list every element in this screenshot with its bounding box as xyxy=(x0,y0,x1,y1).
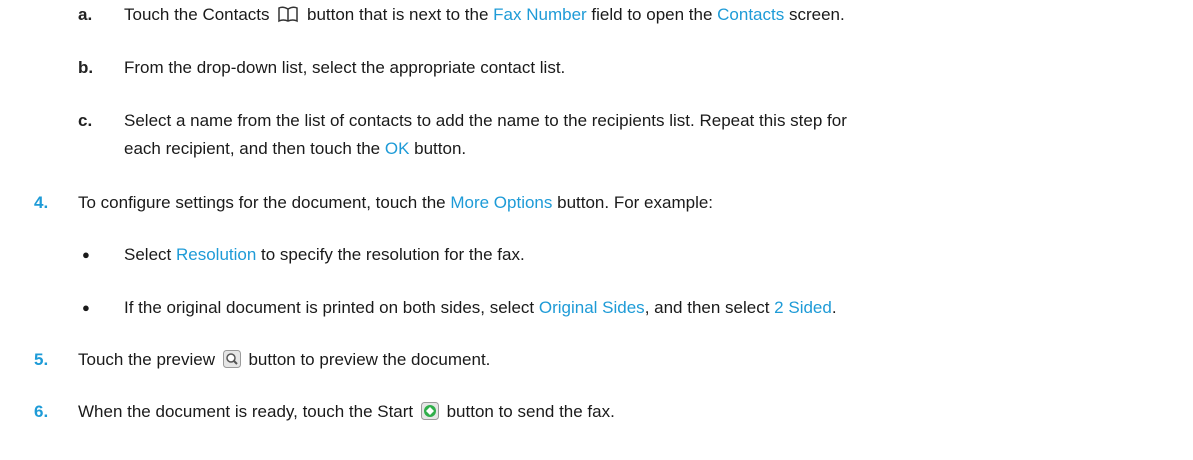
bullet-dot: ● xyxy=(82,300,90,315)
contacts-link: Contacts xyxy=(717,5,785,24)
step-a-marker: a. xyxy=(78,5,93,24)
step-b-text: From the drop-down list, select the appr… xyxy=(124,58,566,77)
resolution-link: Resolution xyxy=(175,245,257,264)
more-options-link: More Options xyxy=(450,193,553,212)
bullet-dot: ● xyxy=(82,247,90,262)
ok-link: OK xyxy=(384,139,410,158)
book-icon xyxy=(277,3,299,33)
step-b-marker: b. xyxy=(78,58,94,77)
magnifier-icon xyxy=(222,348,241,378)
step-a-text: Touch the Contacts button that is next t… xyxy=(124,0,845,33)
step-6-text: When the document is ready, touch the St… xyxy=(78,397,615,430)
step-4-marker: 4. xyxy=(34,193,49,212)
step-6-marker: 6. xyxy=(34,402,49,421)
step-c-line1: Select a name from the list of contacts … xyxy=(124,111,847,130)
fax-number-link: Fax Number xyxy=(493,5,587,24)
step-5-marker: 5. xyxy=(34,350,49,369)
bullet-original-sides: If the original document is printed on b… xyxy=(124,298,837,317)
instructions-page: a. Touch the Contacts button that is nex… xyxy=(0,0,1193,460)
step-5-text: Touch the preview button to preview the … xyxy=(78,345,490,378)
bullet-resolution: Select Resolution to specify the resolut… xyxy=(124,245,525,264)
step-c-marker: c. xyxy=(78,111,93,130)
two-sided-link: 2 Sided xyxy=(774,298,832,317)
start-icon xyxy=(420,400,439,430)
step-c-line2: each recipient, and then touch the OK bu… xyxy=(124,139,467,158)
step-4-text: To configure settings for the document, … xyxy=(78,193,714,212)
original-sides-link: Original Sides xyxy=(538,298,645,317)
